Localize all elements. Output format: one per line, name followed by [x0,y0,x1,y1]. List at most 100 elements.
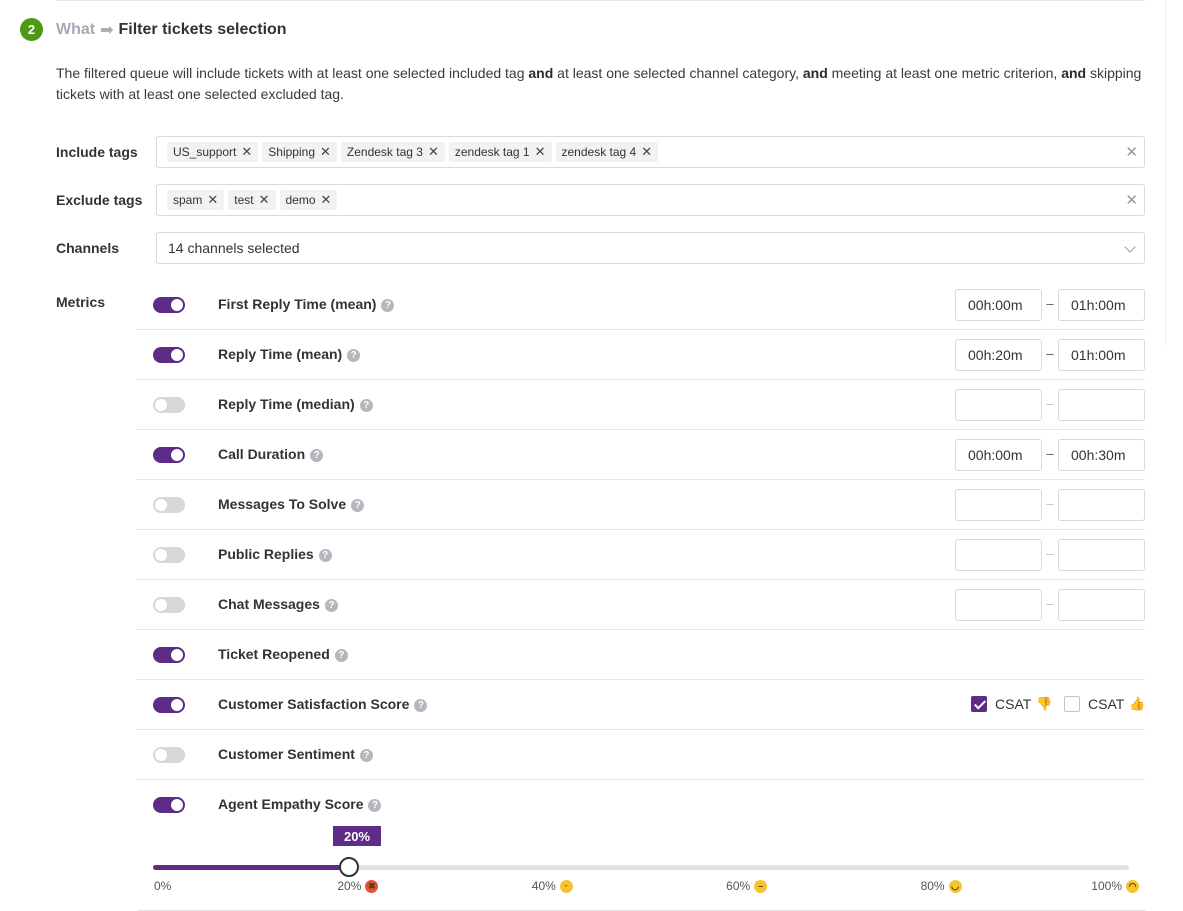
metric-label-text: Call Duration [218,446,306,462]
slider-tick-label: 40% [531,879,556,893]
metric-toggle-customer-sentiment[interactable] [153,747,185,763]
metric-toggle-public-replies[interactable] [153,547,185,563]
metric-toggle-call-duration[interactable] [153,447,185,463]
exclude-tags-input[interactable]: spam ✕ test ✕ demo ✕ ✕ [156,184,1145,216]
slider-tick-label: 60% [726,879,751,893]
step-title: Filter tickets selection [118,20,287,38]
metric-range-from[interactable] [955,539,1042,571]
metric-toggle-ticket-reopened[interactable] [153,647,185,663]
metric-range-to[interactable]: 01h:00m [1058,339,1145,371]
step-number-badge: 2 [20,18,43,41]
tag-label: Zendesk tag 3 [346,145,423,159]
remove-tag-icon[interactable]: ✕ [428,144,439,160]
metric-toggle-chat-messages[interactable] [153,597,185,613]
include-tags-input[interactable]: US_support ✕ Shipping ✕ Zendesk tag 3 ✕ zendes… [156,136,1145,168]
toggle-knob [171,699,183,711]
metric-range-to[interactable] [1058,589,1145,621]
tag-label: zendesk tag 4 [561,145,637,159]
help-icon[interactable]: ? [324,599,338,612]
metric-range-from[interactable]: 00h:00m [955,289,1042,321]
metric-label: Messages To Solve? [218,496,365,512]
help-icon[interactable]: ? [334,649,348,662]
clear-exclude-tags-icon[interactable]: ✕ [1125,191,1138,209]
tag-chip: spam ✕ [167,190,225,210]
metric-range-to[interactable]: 00h:30m [1058,439,1145,471]
metric-row-reply-time-mean: Reply Time (mean)? 00h:20m –01h:00m [137,330,1145,380]
metric-label: Reply Time (median)? [218,396,373,412]
exclude-tags-list: spam ✕ test ✕ demo ✕ [167,190,338,210]
range-separator: – [1046,296,1054,311]
csat-negative-checkbox[interactable] [971,696,987,712]
help-icon[interactable]: ? [347,349,361,362]
empathy-slider-track[interactable] [153,865,1129,870]
exclude-tags-label: Exclude tags [56,192,143,208]
metric-range-to[interactable] [1058,489,1145,521]
slider-tick: 60% – [726,879,768,893]
metric-range-from[interactable] [955,489,1042,521]
tag-label: zendesk tag 1 [454,145,530,159]
chevron-down-icon [1124,241,1136,253]
channels-label: Channels [56,240,120,256]
empathy-slider-fill [153,865,349,870]
frown-face-icon: · [559,879,573,893]
tag-chip: test ✕ [228,190,276,210]
remove-tag-icon[interactable]: ✕ [320,144,331,160]
metric-label-text: First Reply Time (mean) [218,296,377,312]
metric-range-to[interactable]: 01h:00m [1058,289,1145,321]
metric-range-from[interactable]: 00h:00m [955,439,1042,471]
help-icon[interactable]: ? [310,449,324,462]
remove-tag-icon[interactable]: ✕ [259,192,270,208]
toggle-knob [155,399,167,411]
metric-range-from[interactable] [955,589,1042,621]
include-tags-label: Include tags [56,144,138,160]
csat-positive-checkbox[interactable] [1064,696,1080,712]
tag-chip: Zendesk tag 3 ✕ [340,142,445,162]
help-icon[interactable]: ? [414,699,428,712]
metric-label: Ticket Reopened? [218,646,348,662]
slider-tick-label: 0% [154,879,172,893]
metric-row-ticket-reopened: Ticket Reopened? [137,630,1145,680]
toggle-knob [171,349,183,361]
metric-range-from[interactable]: 00h:20m [955,339,1042,371]
tag-label: demo [285,193,316,207]
empathy-slider-handle[interactable] [339,857,360,877]
remove-tag-icon[interactable]: ✕ [241,144,252,160]
toggle-knob [155,499,167,511]
tag-chip: demo ✕ [279,190,338,210]
metric-row-public-replies: Public Replies? – [137,530,1145,580]
tag-chip: Shipping ✕ [262,142,337,162]
help-icon[interactable]: ? [351,499,365,512]
help-icon[interactable]: ? [318,549,332,562]
metric-toggle-reply-time-median[interactable] [153,397,185,413]
help-icon[interactable]: ? [368,799,382,812]
metric-toggle-reply-time-mean[interactable] [153,347,185,363]
help-icon[interactable]: ? [359,749,373,762]
csat-negative-option[interactable]: CSAT 👎 [971,696,1053,712]
toggle-knob [171,799,183,811]
metric-label-text: Public Replies [218,546,314,562]
range-separator: – [1046,546,1054,561]
clear-include-tags-icon[interactable]: ✕ [1125,143,1138,161]
smile-face-icon: ◡ [948,879,962,893]
metric-range-to[interactable] [1058,539,1145,571]
remove-tag-icon[interactable]: ✕ [207,192,218,208]
csat-positive-option[interactable]: CSAT 👍 [1064,696,1146,712]
tag-chip: US_support ✕ [167,142,259,162]
metric-range-to[interactable] [1058,389,1145,421]
metric-toggle-messages-to-solve[interactable] [153,497,185,513]
metric-toggle-first-reply-time-mean[interactable] [153,297,185,313]
slider-tick: 100% ◠ [1091,879,1139,893]
help-icon[interactable]: ? [359,399,373,412]
empathy-slider-value: 20% [333,826,381,846]
metric-row-customer-satisfaction-score: Customer Satisfaction Score? CSAT 👎 CSAT 👍 [137,680,1146,730]
remove-tag-icon[interactable]: ✕ [321,192,332,208]
remove-tag-icon[interactable]: ✕ [641,144,652,160]
metric-range-from[interactable] [955,389,1042,421]
channels-select[interactable]: 14 channels selected [156,232,1145,264]
toggle-knob [155,599,167,611]
slider-tick-label: 20% [337,879,362,893]
remove-tag-icon[interactable]: ✕ [535,144,546,160]
metric-toggle-agent-empathy-score[interactable] [153,797,185,813]
help-icon[interactable]: ? [381,299,395,312]
metric-toggle-customer-satisfaction-score[interactable] [153,697,185,713]
